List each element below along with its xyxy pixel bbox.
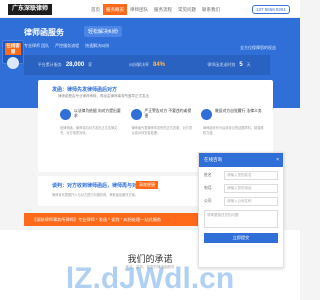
nav-item-faq[interactable]: 常见问题 [175,4,199,15]
feature-item: 敦促对方自觉履行 法律义务 [201,109,265,120]
feature-text: 以法律为依据 向对方提出要求 [74,109,121,118]
feature-description: 律师函代表律师事务所的正式态度，对方须认真对待妥善处理。 [131,126,193,135]
stat-label: 平台累计服务 [37,62,62,67]
card-subtitle: 律师函是由专业律师审核，再经由律师事务所盖章正式发出 [58,94,149,98]
feature-item: 严正警告对方 不要违约或侵害 [130,109,195,120]
stat-unit: 天 [246,62,251,67]
nav-item-overview[interactable]: 服务概览 [103,4,127,15]
hero-tag: 专业律师 团队 [24,43,50,48]
phone-number[interactable]: 137 5556 8261 [251,5,290,14]
form-row-company: 公司 请输入公司名称 [204,197,278,206]
stat-label: 律师函发送时效 [207,62,236,67]
page: 广东深联律师 首页 服务概览 律师团队 服务流程 常见问题 联系我们 137 5… [0,0,300,300]
site-logo[interactable]: 广东深联律师 [8,4,53,15]
form-row-name: 姓名 请输入您的姓名 [204,171,278,180]
hero-tags: 专业律师 团队 严控服务流程 快速解决纠纷 [24,43,109,49]
feature-description: 依律师函，律师将向对方发出正式法律文书，对方慎重对待。 [60,126,118,135]
stat-value: 5 [239,62,243,68]
form-body: 姓名 请输入您的姓名 电话 请输入您的电话 公司 请输入公司名称 请简要描述您的… [199,167,283,247]
hero-badge: 轻松解决纠纷 [84,26,123,37]
card-heading: 发函：律师先发律师函后对方 [52,87,118,93]
nav-item-process[interactable]: 服务流程 [151,4,175,15]
close-icon[interactable]: × [276,153,279,167]
form-header: 在线咨询 × [199,153,283,167]
document-icon [60,109,71,120]
field-label: 公司 [204,199,212,203]
feature-description: 律师函可作为后续诉讼的证据材料，增强维权力度。 [203,126,264,135]
field-label: 电话 [204,186,212,190]
gavel-icon [201,109,212,120]
description-list: 依律师函，律师将向对方发出正式法律文书，对方慎重对待。 律师函代表律师事务所的正… [60,126,265,135]
float-service-title: 在线客服 [5,43,21,55]
top-nav: 广东深联律师 首页 服务概览 律师团队 服务流程 常见问题 联系我们 137 5… [0,0,300,18]
form-title: 在线咨询 [204,157,222,162]
hero-right-text: 全方位保障您的权益 [240,45,276,50]
hero-tag: 快速解决纠纷 [85,43,110,48]
service-banner[interactable]: 【深联律师事务所律师】专业律师 * 发函 * 谈判 * 纠纷处理一站式服务 [24,213,210,226]
nav-list: 首页 服务概览 律师团队 服务流程 常见问题 联系我们 [88,4,223,15]
stat-unit: 家 [88,62,93,67]
negotiation-subtitle: 律师将代表委托人与对方进行沟通协商，争取最佳解决方案。 [52,193,139,197]
feature-list: 以法律为依据 向对方提出要求 严正警告对方 不要违约或侵害 敦促对方自觉履行 法… [60,109,265,120]
nav-item-home[interactable]: 首页 [88,4,103,15]
watermark: lZ.dJWdl.cn [65,262,235,295]
message-textarea[interactable]: 请简要描述您的问题 [204,210,278,228]
service-avatar [7,57,19,69]
stat-time: 律师函发送时效 5 天 [188,62,270,68]
stat-label: 纠纷解决率 [128,62,149,67]
float-service-widget[interactable]: 在线客服 [2,40,24,69]
nav-item-contact[interactable]: 联系我们 [199,4,223,15]
field-label: 姓名 [204,173,212,177]
hero-title: 律师函服务 [24,28,64,37]
warning-icon [130,109,142,120]
form-row-phone: 电话 请输入您的电话 [204,184,278,193]
feature-text: 严正警告对方 不要违约或侵害 [144,109,192,118]
stat-value: 84% [152,62,165,68]
consult-form: 在线咨询 × 姓名 请输入您的姓名 电话 请输入您的电话 公司 请输入公司名称 … [198,152,284,268]
phone-input[interactable]: 请输入您的电话 [224,184,278,193]
stats-bar: 平台累计服务 28,000 家 纠纷解决率 84% 律师函发送时效 5 天 [24,55,270,75]
stat-served: 平台累计服务 28,000 家 [24,62,106,68]
submit-button[interactable]: 立即提交 [204,233,278,243]
nav-item-team[interactable]: 律师团队 [127,4,151,15]
feature-item: 以法律为依据 向对方提出要求 [60,109,124,120]
feature-text: 敦促对方自觉履行 法律义务 [215,109,262,113]
stat-value: 28,000 [65,62,85,68]
name-input[interactable]: 请输入您的姓名 [224,171,278,180]
company-input[interactable]: 请输入公司名称 [224,197,278,206]
negotiation-badge: 高效便捷 [136,181,158,189]
stat-resolution: 纠纷解决率 84% [106,62,188,68]
hero-tag: 严控服务流程 [55,43,80,48]
